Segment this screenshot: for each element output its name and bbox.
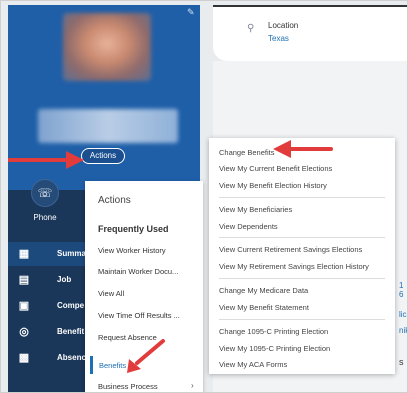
nav-item-label: Compe (57, 301, 85, 310)
submenu-item-view-current-elections[interactable]: View My Current Benefit Elections (219, 164, 332, 173)
shield-icon: ◎ (19, 326, 29, 338)
nav-item-label: Benefit (57, 327, 85, 336)
nav-item-label: Job (57, 275, 72, 284)
submenu-item-change-benefits[interactable]: Change Benefits (219, 148, 274, 157)
frequently-used-heading: Frequently Used (98, 224, 169, 234)
menu-item-view-worker-history[interactable]: View Worker History (98, 246, 166, 255)
arrow-to-benefits-icon (127, 339, 165, 373)
location-card (213, 5, 407, 61)
avatar (63, 13, 151, 81)
peek-text-2: lich (399, 310, 407, 319)
submenu-item-view-election-history[interactable]: View My Benefit Election History (219, 181, 327, 190)
menu-item-view-time-off-results[interactable]: View Time Off Results ... (98, 311, 180, 320)
nav-item-label: Absenc (57, 353, 86, 362)
dollar-doc-icon: ▣ (18, 300, 30, 312)
location-pin-icon: ⚲ (247, 23, 255, 34)
peek-text-3: nike (399, 326, 407, 335)
submenu-item-view-aca-forms[interactable]: View My ACA Forms (219, 360, 287, 369)
app-window: ⚲ Location Texas 1 6 lich nike s ✎ ☏ Pho… (0, 0, 408, 393)
submenu-item-change-1095c[interactable]: Change 1095-C Printing Election (219, 327, 328, 336)
edit-icon[interactable]: ✎ (187, 7, 197, 17)
menu-item-view-all[interactable]: View All (98, 289, 124, 298)
nav-item-label: Summa (57, 249, 86, 258)
submenu-item-view-1095c[interactable]: View My 1095-C Printing Election (219, 344, 330, 353)
worker-name-blurred (38, 109, 178, 143)
menu-item-maintain-worker-documents[interactable]: Maintain Worker Docu... (98, 267, 178, 276)
divider (219, 197, 385, 198)
divider (219, 237, 385, 238)
submenu-item-change-medicare[interactable]: Change My Medicare Data (219, 286, 308, 295)
submenu-item-view-retirement-elections[interactable]: View Current Retirement Savings Election… (219, 245, 362, 254)
location-label: Location (268, 21, 299, 30)
arrow-to-actions-icon (8, 151, 84, 169)
divider (219, 319, 385, 320)
submenu-item-view-dependents[interactable]: View Dependents (219, 222, 278, 231)
actions-menu-title: Actions (98, 195, 131, 206)
chevron-right-icon: › (191, 381, 194, 390)
peek-text-4: s (399, 357, 404, 367)
phone-icon[interactable]: ☏ (31, 179, 59, 207)
submenu-item-view-beneficiaries[interactable]: View My Beneficiaries (219, 205, 292, 214)
location-value-link[interactable]: Texas (268, 34, 289, 43)
clipboard-icon: ▩ (18, 352, 30, 364)
divider (219, 278, 385, 279)
menu-item-business-process[interactable]: Business Process (98, 382, 158, 391)
peek-text-1: 1 6 (399, 281, 404, 299)
phone-label: Phone (33, 213, 57, 222)
benefits-submenu: Change Benefits View My Current Benefit … (209, 138, 395, 374)
briefcase-icon: ▤ (18, 274, 30, 286)
grid-icon: ▦ (18, 248, 30, 260)
submenu-item-view-retirement-history[interactable]: View My Retirement Savings Election Hist… (219, 262, 369, 271)
arrow-to-change-benefits-icon (273, 140, 333, 158)
top-border (213, 5, 407, 7)
submenu-item-view-benefit-statement[interactable]: View My Benefit Statement (219, 303, 309, 312)
